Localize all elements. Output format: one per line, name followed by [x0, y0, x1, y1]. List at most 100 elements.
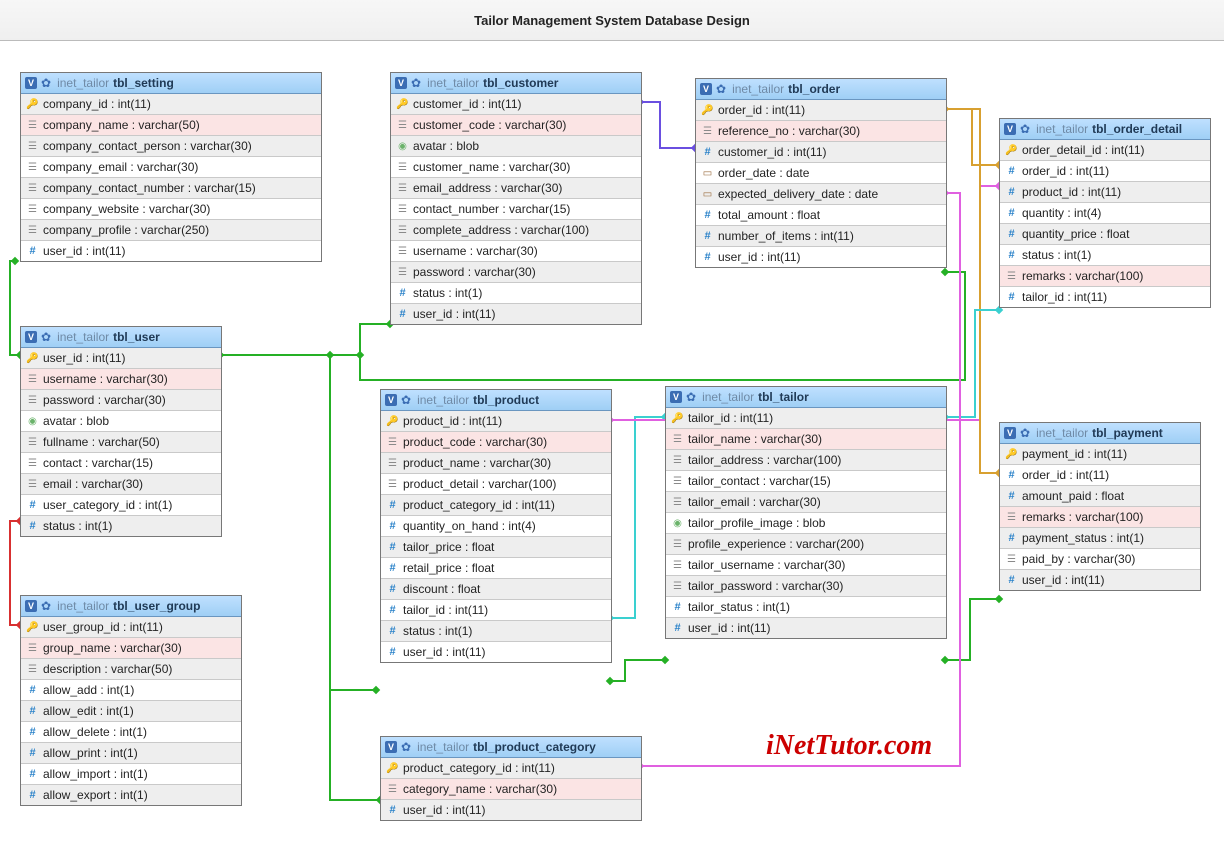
- table-column[interactable]: ☰product_name : varchar(30): [381, 453, 611, 474]
- table-column[interactable]: #status : int(1): [391, 283, 641, 304]
- table-column[interactable]: ☰product_detail : varchar(100): [381, 474, 611, 495]
- table-column[interactable]: #user_id : int(11): [666, 618, 946, 638]
- table-column[interactable]: #tailor_price : float: [381, 537, 611, 558]
- table-column[interactable]: 🔑payment_id : int(11): [1000, 444, 1200, 465]
- table-column[interactable]: #payment_status : int(1): [1000, 528, 1200, 549]
- table-header[interactable]: V✿inet_tailortbl_product_category: [381, 737, 641, 758]
- table-column[interactable]: #user_id : int(11): [21, 241, 321, 261]
- table-column[interactable]: #order_id : int(11): [1000, 465, 1200, 486]
- table-column[interactable]: #allow_delete : int(1): [21, 722, 241, 743]
- view-icon[interactable]: V: [395, 77, 407, 89]
- table-column[interactable]: #quantity_on_hand : int(4): [381, 516, 611, 537]
- table-tailor[interactable]: V✿inet_tailortbl_tailor🔑tailor_id : int(…: [665, 386, 947, 639]
- table-setting[interactable]: V✿inet_tailortbl_setting🔑company_id : in…: [20, 72, 322, 262]
- table-user_group[interactable]: V✿inet_tailortbl_user_group🔑user_group_i…: [20, 595, 242, 806]
- table-column[interactable]: ◉tailor_profile_image : blob: [666, 513, 946, 534]
- table-column[interactable]: #user_category_id : int(1): [21, 495, 221, 516]
- table-column[interactable]: ☰paid_by : varchar(30): [1000, 549, 1200, 570]
- table-column[interactable]: ☰tailor_contact : varchar(15): [666, 471, 946, 492]
- table-column[interactable]: ☰group_name : varchar(30): [21, 638, 241, 659]
- table-column[interactable]: ☰profile_experience : varchar(200): [666, 534, 946, 555]
- table-column[interactable]: ☰company_name : varchar(50): [21, 115, 321, 136]
- view-icon[interactable]: V: [385, 741, 397, 753]
- view-icon[interactable]: V: [1004, 123, 1016, 135]
- table-product_category[interactable]: V✿inet_tailortbl_product_category🔑produc…: [380, 736, 642, 821]
- table-column[interactable]: ☰company_contact_person : varchar(30): [21, 136, 321, 157]
- table-column[interactable]: #quantity : int(4): [1000, 203, 1210, 224]
- table-header[interactable]: V✿inet_tailortbl_user_group: [21, 596, 241, 617]
- table-column[interactable]: #user_id : int(11): [696, 247, 946, 267]
- table-column[interactable]: #retail_price : float: [381, 558, 611, 579]
- table-column[interactable]: #status : int(1): [381, 621, 611, 642]
- gear-icon[interactable]: ✿: [41, 330, 51, 344]
- table-column[interactable]: #status : int(1): [1000, 245, 1210, 266]
- gear-icon[interactable]: ✿: [1020, 426, 1030, 440]
- table-header[interactable]: V✿inet_tailortbl_setting: [21, 73, 321, 94]
- table-column[interactable]: #allow_import : int(1): [21, 764, 241, 785]
- table-column[interactable]: ☰contact : varchar(15): [21, 453, 221, 474]
- table-column[interactable]: ☰customer_code : varchar(30): [391, 115, 641, 136]
- table-column[interactable]: #customer_id : int(11): [696, 142, 946, 163]
- table-column[interactable]: #order_id : int(11): [1000, 161, 1210, 182]
- table-column[interactable]: #product_category_id : int(11): [381, 495, 611, 516]
- table-column[interactable]: ☰tailor_name : varchar(30): [666, 429, 946, 450]
- table-column[interactable]: ☰product_code : varchar(30): [381, 432, 611, 453]
- table-column[interactable]: ☰fullname : varchar(50): [21, 432, 221, 453]
- table-column[interactable]: #user_id : int(11): [391, 304, 641, 324]
- table-column[interactable]: ◉avatar : blob: [21, 411, 221, 432]
- table-column[interactable]: #total_amount : float: [696, 205, 946, 226]
- table-column[interactable]: ☰remarks : varchar(100): [1000, 507, 1200, 528]
- table-column[interactable]: #tailor_id : int(11): [381, 600, 611, 621]
- table-column[interactable]: ☰category_name : varchar(30): [381, 779, 641, 800]
- table-column[interactable]: ☰tailor_address : varchar(100): [666, 450, 946, 471]
- table-header[interactable]: V✿inet_tailortbl_product: [381, 390, 611, 411]
- table-column[interactable]: #user_id : int(11): [381, 800, 641, 820]
- table-column[interactable]: ☰tailor_email : varchar(30): [666, 492, 946, 513]
- view-icon[interactable]: V: [25, 600, 37, 612]
- gear-icon[interactable]: ✿: [716, 82, 726, 96]
- table-column[interactable]: ☰reference_no : varchar(30): [696, 121, 946, 142]
- table-column[interactable]: #tailor_status : int(1): [666, 597, 946, 618]
- table-column[interactable]: ☰password : varchar(30): [391, 262, 641, 283]
- table-column[interactable]: ◉avatar : blob: [391, 136, 641, 157]
- view-icon[interactable]: V: [25, 331, 37, 343]
- table-column[interactable]: 🔑company_id : int(11): [21, 94, 321, 115]
- table-column[interactable]: #allow_export : int(1): [21, 785, 241, 805]
- gear-icon[interactable]: ✿: [41, 76, 51, 90]
- table-column[interactable]: #number_of_items : int(11): [696, 226, 946, 247]
- table-column[interactable]: #allow_edit : int(1): [21, 701, 241, 722]
- table-column[interactable]: #tailor_id : int(11): [1000, 287, 1210, 307]
- table-product[interactable]: V✿inet_tailortbl_product🔑product_id : in…: [380, 389, 612, 663]
- table-header[interactable]: V✿inet_tailortbl_order: [696, 79, 946, 100]
- table-column[interactable]: 🔑product_category_id : int(11): [381, 758, 641, 779]
- view-icon[interactable]: V: [385, 394, 397, 406]
- table-column[interactable]: 🔑tailor_id : int(11): [666, 408, 946, 429]
- table-column[interactable]: ☰customer_name : varchar(30): [391, 157, 641, 178]
- table-column[interactable]: #quantity_price : float: [1000, 224, 1210, 245]
- table-column[interactable]: 🔑user_id : int(11): [21, 348, 221, 369]
- table-header[interactable]: V✿inet_tailortbl_tailor: [666, 387, 946, 408]
- table-column[interactable]: ▭expected_delivery_date : date: [696, 184, 946, 205]
- table-column[interactable]: #allow_add : int(1): [21, 680, 241, 701]
- table-column[interactable]: ☰company_website : varchar(30): [21, 199, 321, 220]
- table-column[interactable]: ☰company_contact_number : varchar(15): [21, 178, 321, 199]
- table-column[interactable]: ▭order_date : date: [696, 163, 946, 184]
- table-column[interactable]: 🔑user_group_id : int(11): [21, 617, 241, 638]
- table-column[interactable]: #amount_paid : float: [1000, 486, 1200, 507]
- table-column[interactable]: ☰password : varchar(30): [21, 390, 221, 411]
- table-column[interactable]: ☰username : varchar(30): [21, 369, 221, 390]
- table-column[interactable]: 🔑customer_id : int(11): [391, 94, 641, 115]
- table-header[interactable]: V✿inet_tailortbl_payment: [1000, 423, 1200, 444]
- view-icon[interactable]: V: [25, 77, 37, 89]
- table-column[interactable]: ☰company_profile : varchar(250): [21, 220, 321, 241]
- view-icon[interactable]: V: [1004, 427, 1016, 439]
- table-column[interactable]: 🔑order_detail_id : int(11): [1000, 140, 1210, 161]
- table-column[interactable]: #user_id : int(11): [381, 642, 611, 662]
- gear-icon[interactable]: ✿: [1020, 122, 1030, 136]
- table-column[interactable]: ☰contact_number : varchar(15): [391, 199, 641, 220]
- table-column[interactable]: ☰username : varchar(30): [391, 241, 641, 262]
- table-user[interactable]: V✿inet_tailortbl_user🔑user_id : int(11)☰…: [20, 326, 222, 537]
- table-column[interactable]: ☰complete_address : varchar(100): [391, 220, 641, 241]
- table-column[interactable]: #allow_print : int(1): [21, 743, 241, 764]
- table-order_detail[interactable]: V✿inet_tailortbl_order_detail🔑order_deta…: [999, 118, 1211, 308]
